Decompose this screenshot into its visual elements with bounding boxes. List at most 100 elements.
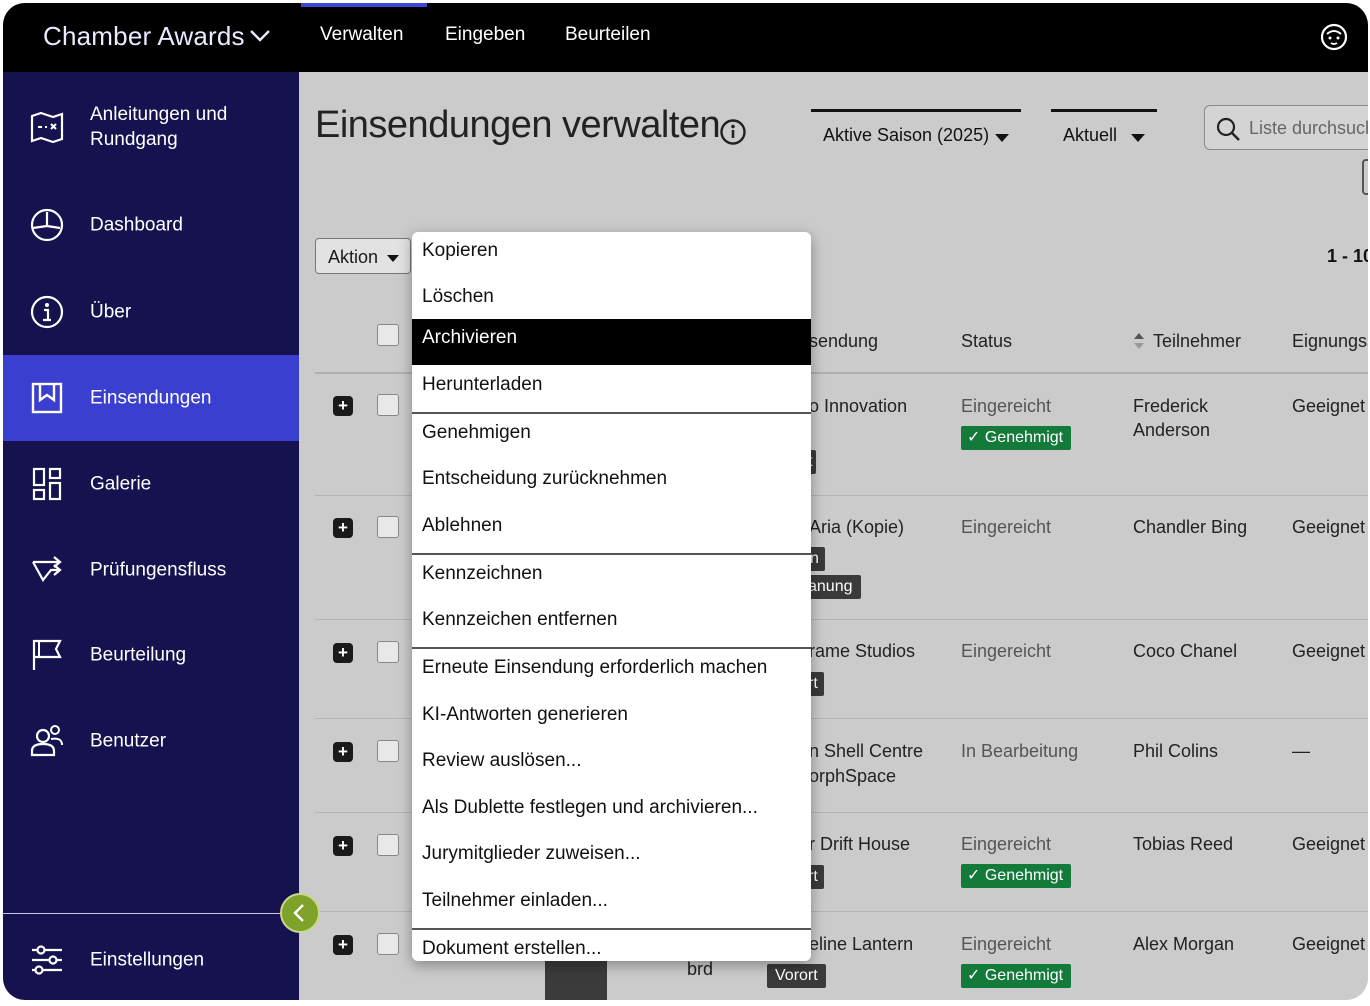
sidebar-item-label: Über	[90, 301, 132, 323]
check-icon: ✓	[967, 967, 981, 984]
flag-icon	[32, 639, 62, 670]
menu-item-generate-ai-answers[interactable]: KI-Antworten generieren	[412, 696, 811, 742]
menu-item-create-document[interactable]: Dokument erstellen...	[412, 930, 811, 961]
menu-item-download[interactable]: Herunterladen	[412, 366, 811, 412]
season-select[interactable]: Aktive Saison (2025)	[811, 109, 1021, 151]
topnav-beurteilen[interactable]: Beurteilen	[565, 24, 651, 46]
brand-title[interactable]: Chamber Awards	[43, 21, 245, 52]
status-filter-select[interactable]: Aktuell	[1051, 109, 1157, 151]
entry-title[interactable]: o Innovation	[809, 394, 907, 418]
eligibility-text: Geeignet	[1292, 834, 1366, 854]
bookmark-frame-icon	[31, 382, 63, 414]
sidebar-item-guides[interactable]: Anleitungen und Rundgang	[3, 84, 299, 170]
status-text: Eingereicht	[961, 641, 1052, 661]
sidebar-item-judging[interactable]: Beurteilung	[3, 612, 299, 698]
column-header-participant[interactable]: Teilnehmer	[1153, 331, 1241, 352]
sidebar-item-gallery[interactable]: Galerie	[3, 441, 299, 527]
info-icon[interactable]	[719, 118, 747, 146]
info-icon	[30, 295, 64, 329]
row-checkbox[interactable]	[377, 834, 399, 856]
gallery-grid-icon	[32, 467, 62, 501]
check-icon: ✓	[967, 867, 981, 884]
expand-row-button[interactable]: +	[333, 643, 353, 663]
menu-item-mark-duplicate[interactable]: Als Dublette festlegen und archivieren..…	[412, 789, 811, 835]
status-text: Eingereicht	[961, 517, 1052, 537]
column-header-entry[interactable]: sendung	[809, 331, 878, 352]
pagination-range: 1 - 10	[1327, 246, 1368, 266]
menu-item-flag[interactable]: Kennzeichnen	[412, 555, 811, 601]
search-input[interactable]: Liste durchsuchen	[1204, 105, 1368, 150]
eligibility-text: —	[1292, 741, 1310, 761]
entry-thumbnail[interactable]	[545, 960, 607, 1000]
sidebar-item-label: Galerie	[90, 473, 152, 495]
topnav-verwalten[interactable]: Verwalten	[320, 24, 403, 46]
entry-title[interactable]: eline Lantern	[809, 932, 913, 956]
participant-name: Alex Morgan	[1133, 934, 1235, 954]
row-checkbox[interactable]	[377, 740, 399, 762]
sidebar-item-dashboard[interactable]: Dashboard	[3, 182, 299, 268]
expand-row-button[interactable]: +	[333, 836, 353, 856]
menu-item-assign-jurors[interactable]: Jurymitglieder zuweisen...	[412, 835, 811, 881]
chevron-down-icon[interactable]	[249, 29, 271, 43]
status-text: In Bearbeitung	[961, 741, 1079, 761]
menu-item-delete[interactable]: Löschen	[412, 278, 811, 324]
row-checkbox[interactable]	[377, 516, 399, 538]
participant-name-line2: Anderson	[1133, 420, 1211, 440]
entry-title[interactable]: n Shell Centre	[809, 739, 923, 763]
search-icon	[1216, 117, 1240, 141]
sidebar-item-review-flow[interactable]: Prüfungensfluss	[3, 527, 299, 613]
entry-title[interactable]: Aria (Kopie)	[809, 515, 904, 539]
sidebar-item-label: Einstellungen	[90, 949, 205, 971]
participant-name: Chandler Bing	[1133, 517, 1248, 537]
toolbar-button-partial[interactable]	[1362, 159, 1368, 195]
menu-item-reject[interactable]: Ablehnen	[412, 507, 811, 553]
collapse-sidebar-button[interactable]	[280, 893, 320, 933]
sidebar-item-label: Prüfungensfluss	[90, 559, 227, 581]
column-header-eligibility[interactable]: Eignungss	[1292, 331, 1368, 352]
row-checkbox[interactable]	[377, 394, 399, 416]
status-text: Eingereicht	[961, 834, 1052, 854]
approved-badge: ✓ Genehmigt	[961, 864, 1072, 888]
sort-icon[interactable]	[1133, 332, 1145, 350]
sidebar-item-settings[interactable]: Einstellungen	[3, 917, 299, 1000]
dashboard-gauge-icon	[30, 208, 64, 242]
expand-row-button[interactable]: +	[333, 396, 353, 416]
entry-tag: Vorort	[767, 964, 826, 988]
row-checkbox[interactable]	[377, 641, 399, 663]
menu-item-archive[interactable]: Archivieren	[412, 319, 811, 365]
check-icon: ✓	[967, 429, 981, 446]
users-icon	[30, 725, 63, 757]
menu-item-approve[interactable]: Genehmigen	[412, 414, 811, 460]
sidebar-item-submissions[interactable]: Einsendungen	[3, 355, 299, 441]
approved-badge-label: Genehmigt	[984, 967, 1064, 984]
caret-down-icon	[387, 255, 399, 262]
user-avatar-icon[interactable]	[1319, 22, 1349, 52]
row-checkbox[interactable]	[377, 933, 399, 955]
menu-item-revert-decision[interactable]: Entscheidung zurücknehmen	[412, 460, 811, 506]
topnav-eingeben[interactable]: Eingeben	[445, 24, 525, 46]
entry-title[interactable]: r Drift House	[809, 832, 910, 856]
menu-item-trigger-review[interactable]: Review auslösen...	[412, 742, 811, 788]
select-all-checkbox[interactable]	[377, 324, 399, 346]
entry-title[interactable]: rame Studios	[809, 639, 915, 663]
approved-badge-label: Genehmigt	[984, 429, 1064, 446]
menu-item-copy[interactable]: Kopieren	[412, 232, 811, 278]
entry-tag: anung	[804, 575, 861, 599]
column-header-status[interactable]: Status	[961, 331, 1012, 352]
app-window: Chamber Awards Verwalten Eingeben Beurte…	[3, 3, 1368, 1000]
action-button[interactable]: Aktion	[315, 238, 411, 274]
menu-item-invite-participants[interactable]: Teilnehmer einladen...	[412, 882, 811, 928]
sidebar-item-about[interactable]: Über	[3, 269, 299, 355]
action-button-label: Aktion	[328, 247, 379, 267]
expand-row-button[interactable]: +	[333, 518, 353, 538]
menu-item-require-resubmission[interactable]: Erneute Einsendung erforderlich machen	[412, 649, 811, 695]
sidebar-item-label: Beurteilung	[90, 644, 187, 666]
sidebar-item-label: Dashboard	[90, 214, 183, 236]
expand-row-button[interactable]: +	[333, 742, 353, 762]
eligibility-text: Geeignet	[1292, 396, 1366, 416]
top-bar: Chamber Awards Verwalten Eingeben Beurte…	[3, 3, 1368, 72]
expand-row-button[interactable]: +	[333, 935, 353, 955]
sidebar-item-users[interactable]: Benutzer	[3, 698, 299, 784]
sidebar-item-label: Einsendungen	[90, 387, 212, 409]
menu-item-unflag[interactable]: Kennzeichen entfernen	[412, 601, 811, 647]
